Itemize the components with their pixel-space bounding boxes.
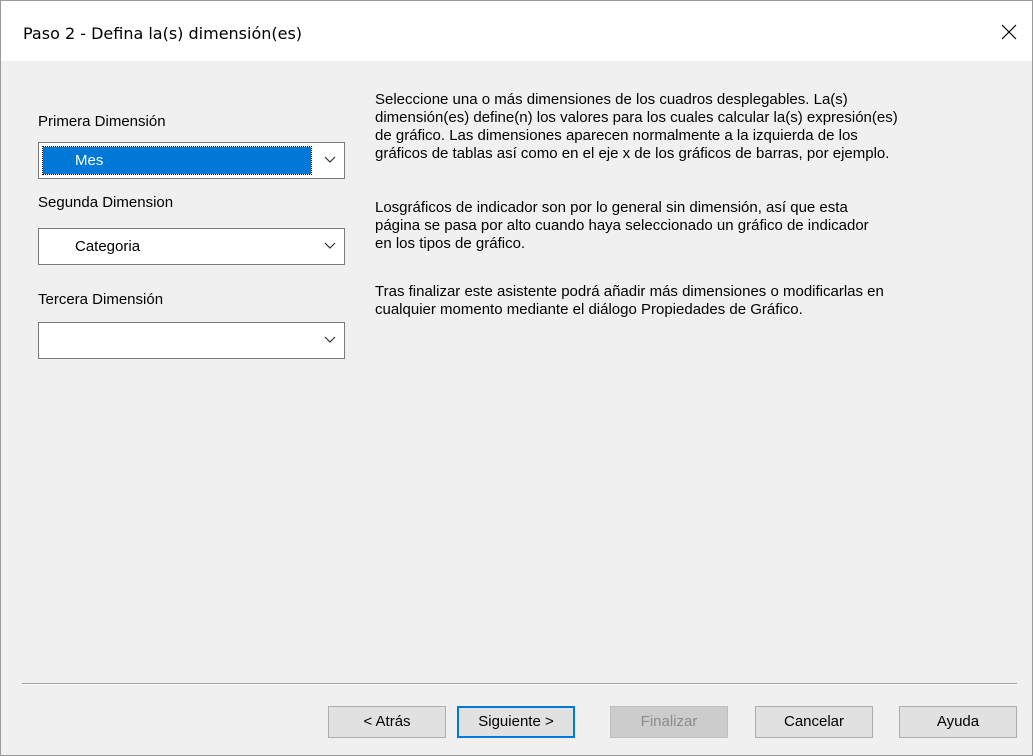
description-line: gráficos de tablas así como en el eje x … <box>375 145 890 162</box>
description-line: de gráfico. Las dimensiones aparecen nor… <box>375 127 858 144</box>
third-dimension-label: Tercera Dimensión <box>38 291 164 308</box>
first-dimension-label: Primera Dimensión <box>38 113 166 130</box>
description-line: página se pasa por alto cuando haya sele… <box>375 217 869 234</box>
title-bar: Paso 2 - Defina la(s) dimensión(es) <box>1 1 1032 61</box>
first-dimension-value: Mes <box>75 152 104 169</box>
finish-button: Finalizar <box>610 706 728 738</box>
description-line: cualquier momento mediante el diálogo Pr… <box>375 301 803 318</box>
help-button[interactable]: Ayuda <box>899 706 1017 738</box>
back-button[interactable]: < Atrás <box>328 706 446 738</box>
description-paragraph-1: Seleccione una o más dimensiones de los … <box>375 91 995 163</box>
description-line: en los tipos de gráfico. <box>375 235 526 252</box>
description-line: dimensión(es) define(n) los valores para… <box>375 109 898 126</box>
description-paragraph-2: Losgráficos de indicador son por lo gene… <box>375 199 995 253</box>
second-dimension-value: Categoria <box>75 238 141 255</box>
footer-separator <box>22 683 1017 685</box>
close-icon <box>1001 24 1017 40</box>
second-dimension-label: Segunda Dimension <box>38 194 174 211</box>
chevron-down-icon[interactable] <box>324 336 336 344</box>
chevron-down-icon[interactable] <box>324 156 336 164</box>
description-paragraph-3: Tras finalizar este asistente podrá añad… <box>375 283 995 319</box>
description-line: Seleccione una o más dimensiones de los … <box>375 91 848 108</box>
chevron-down-icon[interactable] <box>324 242 336 250</box>
dialog-title: Paso 2 - Defina la(s) dimensión(es) <box>23 24 303 43</box>
next-button[interactable]: Siguiente > <box>457 706 575 738</box>
second-dimension-combobox[interactable]: Categoria <box>38 228 345 265</box>
description-line: Tras finalizar este asistente podrá añad… <box>375 283 884 300</box>
description-line: Losgráficos de indicador son por lo gene… <box>375 199 848 216</box>
cancel-button[interactable]: Cancelar <box>755 706 873 738</box>
third-dimension-combobox[interactable] <box>38 322 345 359</box>
wizard-dialog: Paso 2 - Defina la(s) dimensión(es) Prim… <box>0 0 1033 756</box>
first-dimension-combobox[interactable]: Mes <box>38 142 345 179</box>
close-button[interactable] <box>986 9 1032 55</box>
